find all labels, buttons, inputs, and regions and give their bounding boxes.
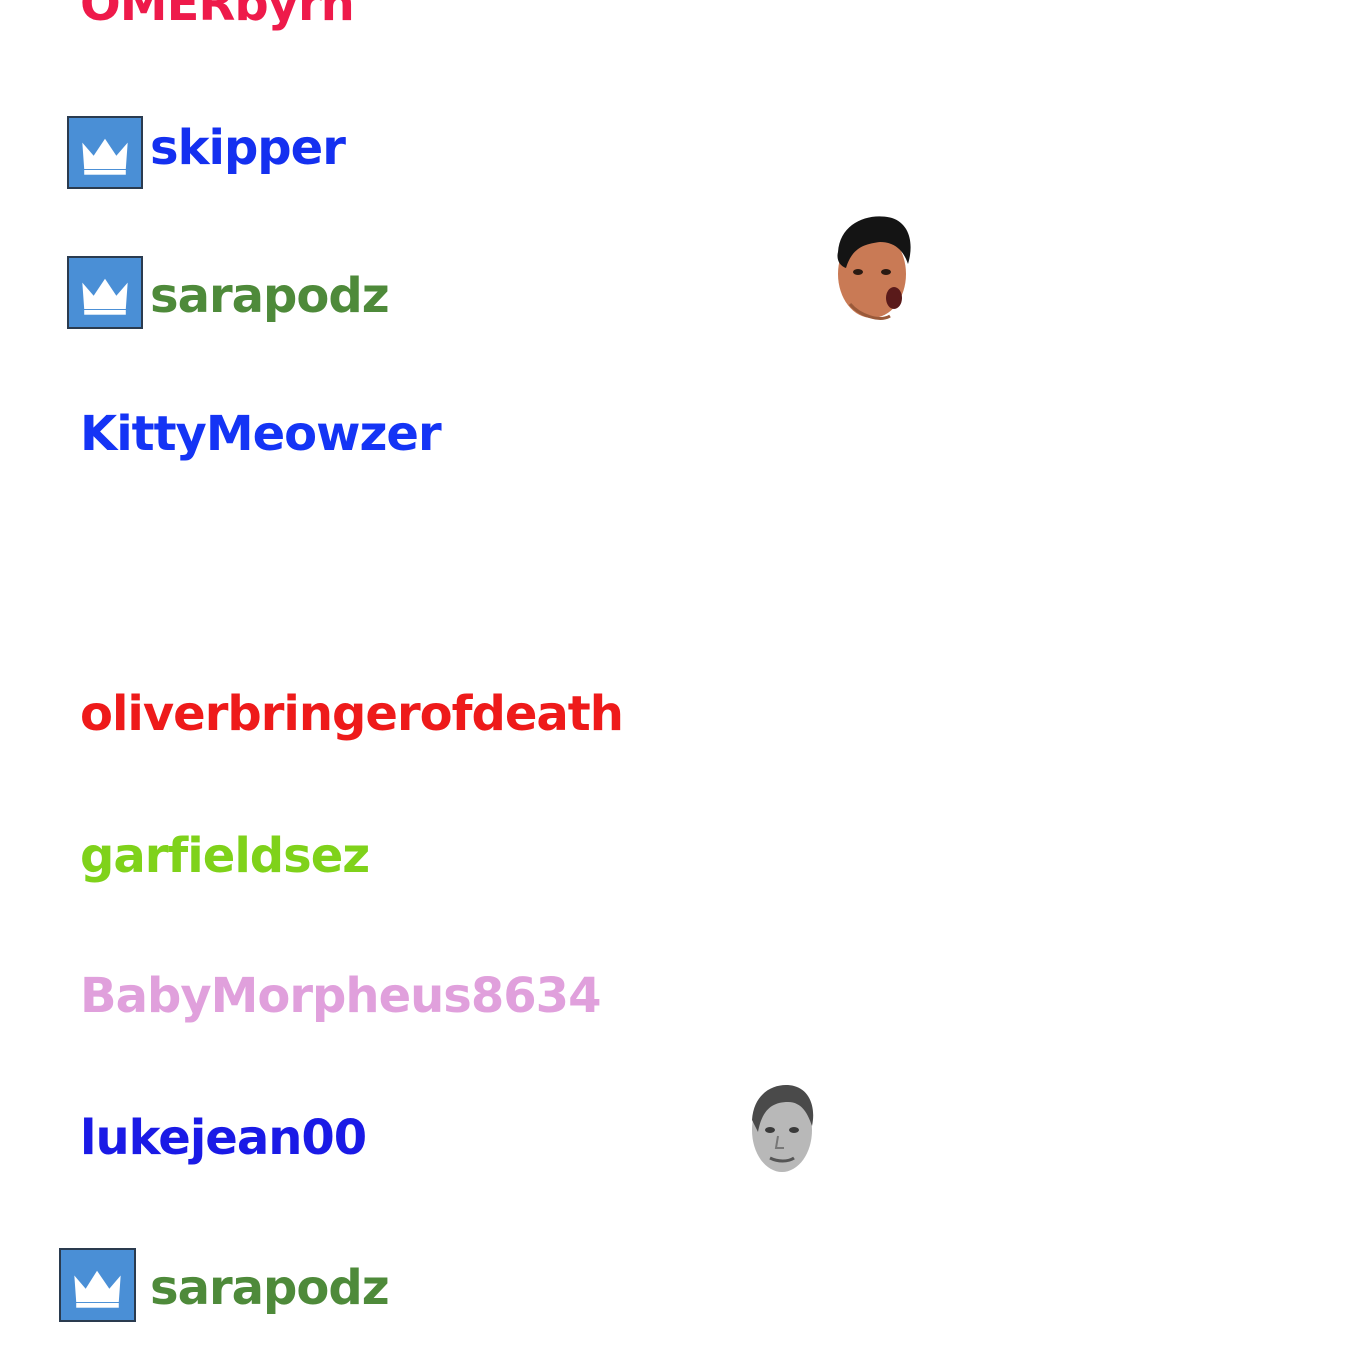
chat-message: OMERbyrh: [0, 0, 1349, 70]
chat-username[interactable]: lukejean00: [80, 1114, 367, 1162]
chat-message: BabyMorpheus8634: [0, 962, 1349, 1052]
chat-username[interactable]: oliverbringerofdeath: [80, 690, 624, 738]
chat-message: sarapodz: [0, 216, 1349, 340]
crown-icon[interactable]: [67, 256, 143, 329]
kappa-emote: [748, 1080, 816, 1174]
chat-username[interactable]: skipper: [150, 124, 346, 172]
pogchamp-emote: [830, 212, 912, 324]
chat-message: oliverbringerofdeath: [0, 680, 1349, 770]
crown-icon[interactable]: [59, 1248, 136, 1322]
chat-message: sarapodz: [0, 1240, 1349, 1330]
chat-username[interactable]: OMERbyrh: [80, 0, 355, 28]
chat-username[interactable]: BabyMorpheus8634: [80, 972, 601, 1020]
chat-message: garfieldsez: [0, 822, 1349, 912]
crown-icon[interactable]: [67, 116, 143, 189]
chat-username[interactable]: sarapodz: [150, 272, 390, 320]
chat-message: KittyMeowzer: [0, 400, 1349, 490]
chat-username[interactable]: sarapodz: [150, 1264, 390, 1312]
chat-username[interactable]: KittyMeowzer: [80, 410, 442, 458]
chat-message: skipper: [0, 110, 1349, 200]
chat-message: lukejean00: [0, 1085, 1349, 1194]
chat-username[interactable]: garfieldsez: [80, 832, 370, 880]
